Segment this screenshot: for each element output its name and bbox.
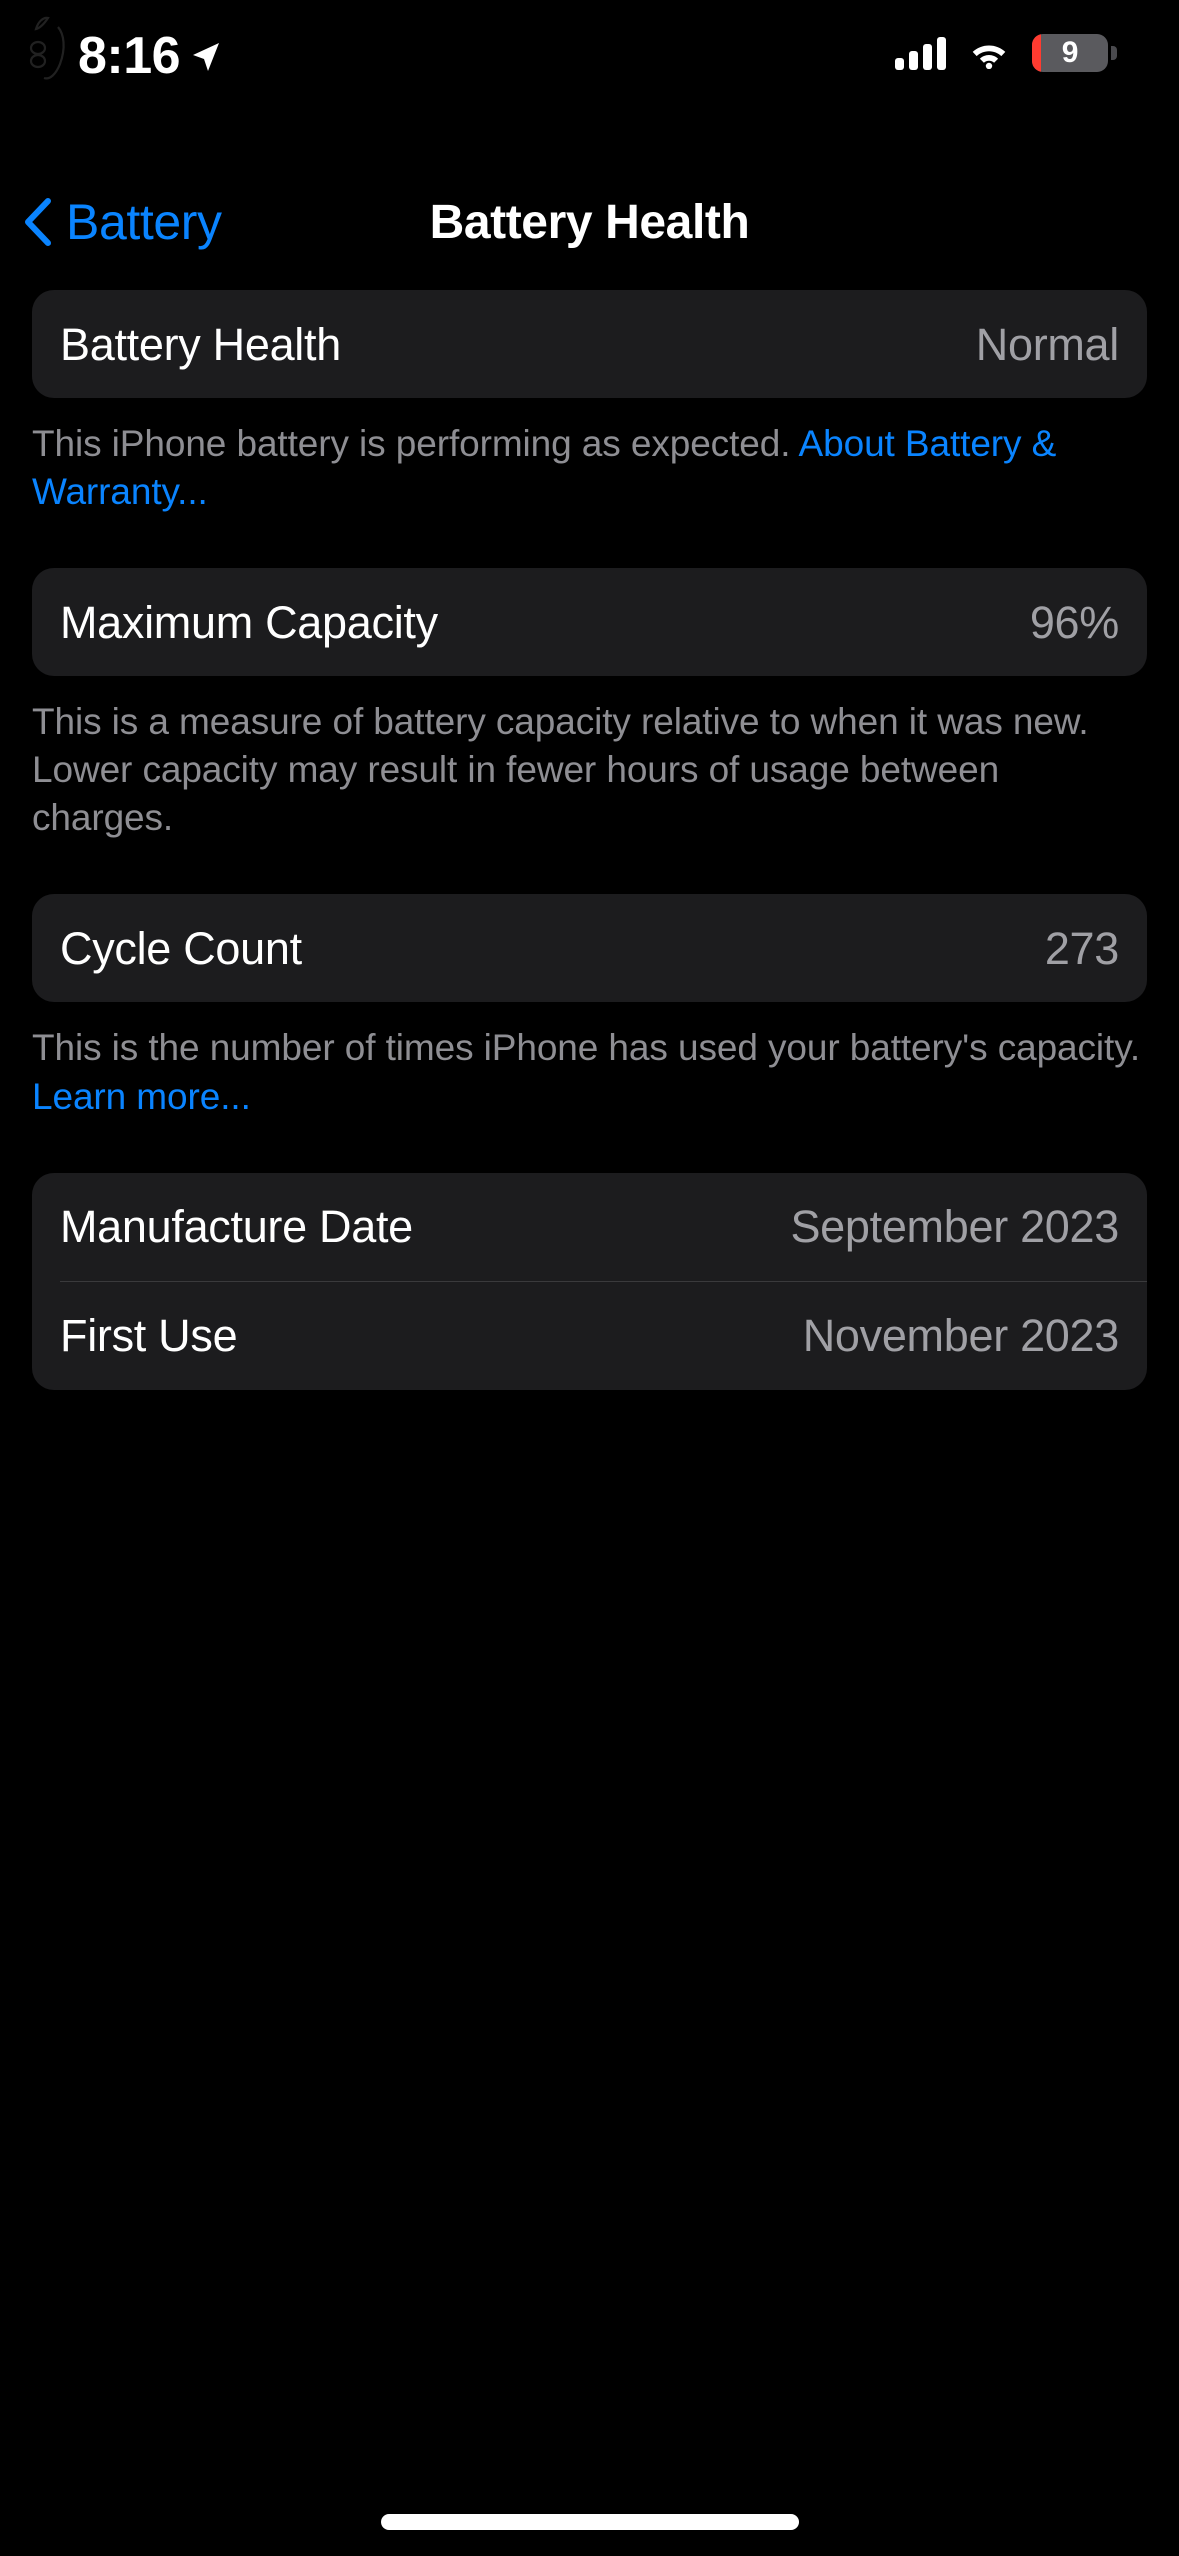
- status-bar-indicators: 9: [895, 34, 1117, 72]
- maximum-capacity-section: Maximum Capacity 96% This is a measure o…: [0, 568, 1179, 842]
- row-first-use: First Use November 2023: [32, 1282, 1147, 1390]
- settings-content: Battery Health Normal This iPhone batter…: [0, 290, 1179, 1390]
- battery-health-card: Battery Health Normal: [32, 290, 1147, 398]
- battery-health-footnote: This iPhone battery is performing as exp…: [0, 398, 1179, 516]
- battery-health-section: Battery Health Normal This iPhone batter…: [0, 290, 1179, 516]
- home-indicator[interactable]: [380, 2514, 799, 2530]
- row-maximum-capacity-label: Maximum Capacity: [60, 596, 438, 648]
- row-first-use-value: November 2023: [802, 1310, 1120, 1362]
- wifi-icon: [972, 45, 1006, 69]
- status-bar: 8:16 9: [0, 0, 1179, 110]
- location-arrow-icon: [193, 43, 220, 71]
- status-bar-time: 8:16: [78, 27, 181, 85]
- cycle-count-section: Cycle Count 273 This is the number of ti…: [0, 894, 1179, 1120]
- cellular-signal-icon: [895, 36, 946, 70]
- learn-more-link[interactable]: Learn more...: [32, 1076, 251, 1117]
- cycle-count-footnote: This is the number of times iPhone has u…: [0, 1002, 1179, 1120]
- row-battery-health-label: Battery Health: [60, 318, 341, 370]
- row-cycle-count-value: 273: [1044, 922, 1119, 974]
- row-maximum-capacity-value: 96%: [1029, 596, 1119, 648]
- row-manufacture-date-label: Manufacture Date: [60, 1201, 413, 1253]
- maximum-capacity-footnote: This is a measure of battery capacity re…: [32, 701, 1089, 839]
- row-manufacture-date-value: September 2023: [790, 1201, 1119, 1253]
- cycle-count-card: Cycle Count 273: [32, 894, 1147, 1003]
- maximum-capacity-card: Maximum Capacity 96%: [32, 568, 1147, 677]
- battery-dates-card: Manufacture Date September 2023 First Us…: [32, 1172, 1147, 1390]
- battery-level-label: 9: [1061, 36, 1079, 69]
- row-battery-health[interactable]: Battery Health Normal: [32, 290, 1147, 398]
- cycle-count-footnote-text: This is the number of times iPhone has u…: [32, 1027, 1141, 1069]
- status-bar-time-group: 8:16: [78, 30, 328, 82]
- page-title: Battery Health: [429, 195, 750, 249]
- navigation-bar: Battery Battery Health: [0, 176, 1179, 268]
- row-cycle-count[interactable]: Cycle Count 273: [32, 894, 1147, 1002]
- battery-terminal: [1111, 46, 1117, 60]
- row-cycle-count-label: Cycle Count: [60, 922, 302, 974]
- row-maximum-capacity[interactable]: Maximum Capacity 96%: [32, 568, 1147, 676]
- row-battery-health-value: Normal: [975, 318, 1120, 370]
- battery-low-fill: [1032, 34, 1041, 72]
- row-manufacture-date: Manufacture Date September 2023: [32, 1173, 1147, 1281]
- row-first-use-label: First Use: [60, 1310, 238, 1362]
- battery-icon: 9: [1032, 34, 1117, 72]
- battery-dates-section: Manufacture Date September 2023 First Us…: [0, 1172, 1179, 1390]
- iphone-screen: 8:16 9 Battery Battery Health Battery He…: [0, 0, 1179, 2556]
- battery-health-footnote-text: This iPhone battery is performing as exp…: [32, 423, 799, 464]
